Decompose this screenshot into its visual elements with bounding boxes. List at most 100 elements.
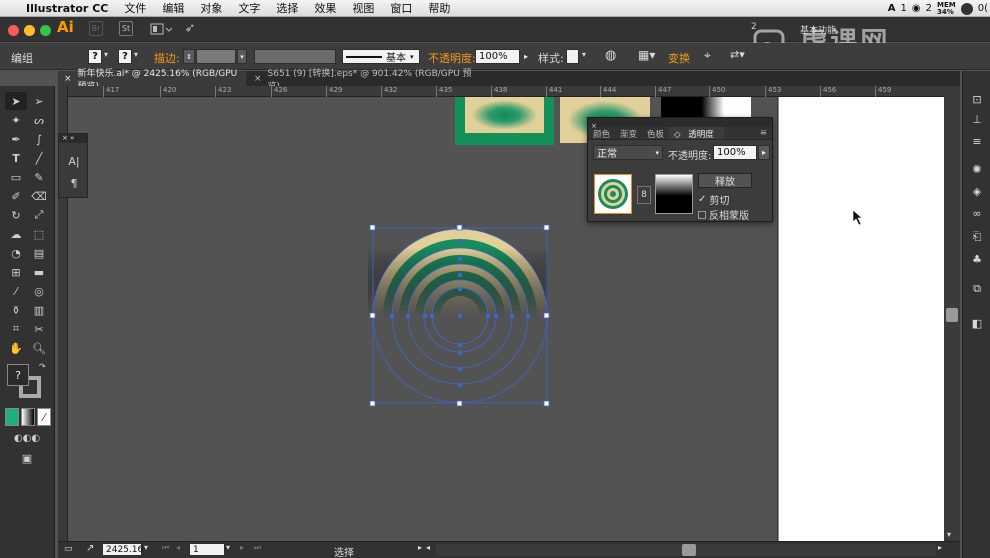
zoom-dropdown-icon[interactable]: ▾ <box>144 543 148 552</box>
horizontal-scrollbar[interactable] <box>436 544 936 556</box>
close-tab-icon[interactable]: × <box>254 74 262 84</box>
zoom-level-input[interactable]: 2425.16 <box>102 543 143 556</box>
rotate-tool-icon[interactable]: ↻ <box>5 206 27 224</box>
menu-effect[interactable]: 效果 <box>306 0 344 16</box>
tab-swatches[interactable]: 色板 <box>642 127 669 140</box>
stroke-weight-dropdown[interactable]: ▾ <box>237 49 247 64</box>
rectangle-tool-icon[interactable]: ▭ <box>5 168 27 186</box>
release-mask-button[interactable]: 释放 <box>698 173 752 188</box>
pen-tool-icon[interactable]: ✒ <box>5 130 27 148</box>
gradient-mode-icon[interactable] <box>21 408 35 426</box>
opacity-input[interactable]: 100% <box>475 49 520 64</box>
invert-checkbox-row[interactable]: 反相蒙版 <box>698 207 749 222</box>
direct-selection-tool-icon[interactable]: ➢ <box>28 92 50 110</box>
vertical-scrollbar[interactable]: ▾ <box>944 86 960 541</box>
menu-edit[interactable]: 编辑 <box>154 0 192 16</box>
horizontal-ruler[interactable]: 417 420 423 426 429 432 435 438 441 444 … <box>68 86 948 97</box>
gradient-tool-icon[interactable]: ▬ <box>28 263 50 281</box>
mesh-tool-icon[interactable]: ⊞ <box>5 263 27 281</box>
artwork-thumbnail[interactable] <box>594 174 632 214</box>
menu-window[interactable]: 窗口 <box>382 0 420 16</box>
gpu-performance-button[interactable]: ➶ <box>183 21 197 36</box>
graphic-style-dropdown-icon[interactable]: ▾ <box>582 50 586 59</box>
last-artboard-icon[interactable]: ⏭ <box>254 543 261 553</box>
symbol-sprayer-tool-icon[interactable]: ⚱ <box>5 301 27 319</box>
white-artboard[interactable] <box>778 97 944 541</box>
warp-tool-icon[interactable]: ☁ <box>5 225 27 243</box>
graphic-style-swatch[interactable] <box>566 49 579 64</box>
resize-handle[interactable] <box>543 312 550 319</box>
scroll-down-arrow-icon[interactable]: ▾ <box>947 530 951 539</box>
minimize-window-button[interactable] <box>24 25 35 36</box>
resize-handle[interactable] <box>456 400 463 407</box>
eyedropper-tool-icon[interactable]: ⁄ <box>5 282 27 300</box>
menu-object[interactable]: 对象 <box>192 0 230 16</box>
drawing-mode-icon[interactable]: ◐◐◐ <box>5 429 49 447</box>
curvature-tool-icon[interactable]: ∫ <box>28 130 50 148</box>
stroke-dropdown-icon[interactable]: ▾ <box>134 50 138 59</box>
tab-document-1[interactable]: × 新年快乐.ai* @ 2425.16% (RGB/GPU 预览) <box>58 69 246 92</box>
magic-wand-tool-icon[interactable]: ✦ <box>5 111 27 129</box>
menu-select[interactable]: 选择 <box>268 0 306 16</box>
mask-thumbnail[interactable] <box>655 174 693 214</box>
arrange-options-icon[interactable]: ⇄▾ <box>730 48 745 61</box>
tab-document-2[interactable]: × S651 (9) [转换].eps* @ 901.42% (RGB/GPU … <box>248 69 478 92</box>
stroke-swatch[interactable]: ? <box>118 49 132 64</box>
lasso-tool-icon[interactable]: ᔕ <box>28 111 50 129</box>
zoom-window-button[interactable] <box>40 25 51 36</box>
type-tool-icon[interactable]: T <box>5 149 27 167</box>
clip-checkbox[interactable]: ✓ <box>698 194 706 205</box>
fill-dropdown-icon[interactable]: ▾ <box>104 50 108 59</box>
bridge-button[interactable]: Br <box>89 21 103 36</box>
column-graph-tool-icon[interactable]: ▥ <box>28 301 50 319</box>
isolate-icon[interactable]: ⌖ <box>704 48 711 63</box>
fill-swatch[interactable]: ? <box>88 49 102 64</box>
artboard-tool-icon[interactable]: ⌗ <box>5 320 27 338</box>
chat-icon[interactable]: ◉ <box>912 3 921 14</box>
status-toggle-icon[interactable]: ▭ <box>64 544 73 554</box>
mask-link-icon[interactable]: 8 <box>637 186 651 204</box>
scroll-thumb[interactable] <box>946 308 958 322</box>
swap-fill-stroke-icon[interactable]: ↷ <box>39 362 46 371</box>
first-artboard-icon[interactable]: ⏮ <box>162 543 169 553</box>
resize-handle[interactable] <box>456 224 463 231</box>
resize-handle[interactable] <box>369 400 376 407</box>
invert-checkbox[interactable] <box>698 210 706 219</box>
artboard-canvas[interactable] <box>68 97 948 541</box>
share-icon[interactable]: ↗ <box>86 543 94 554</box>
arrange-documents-button[interactable] <box>150 21 172 36</box>
stroke-label[interactable]: 描边: <box>154 50 180 66</box>
appearance-panel-icon[interactable]: ✺ <box>969 161 985 177</box>
stock-button[interactable]: St <box>119 21 133 36</box>
hscroll-left-icon[interactable]: ◂ <box>426 543 430 552</box>
artboard-dropdown-icon[interactable]: ▾ <box>226 543 230 552</box>
artboards-panel-icon[interactable]: ⧉ <box>969 281 985 297</box>
symbols-panel-icon[interactable]: ♣ <box>969 251 985 267</box>
align-panel-icon[interactable]: ⊥ <box>969 111 985 127</box>
eraser-tool-icon[interactable]: ⌫ <box>28 187 50 205</box>
resize-handle[interactable] <box>543 224 550 231</box>
status-menu-icon[interactable]: ▸ <box>418 543 422 552</box>
none-mode-icon[interactable]: ⁄ <box>37 408 51 426</box>
stroke-weight-stepper[interactable]: ⇕ <box>183 49 195 64</box>
green-square-art-1[interactable] <box>455 97 554 145</box>
pathfinder-panel-icon[interactable]: ≡ <box>969 133 985 149</box>
menu-file[interactable]: 文件 <box>116 0 154 16</box>
cloud-icon[interactable] <box>960 2 973 15</box>
shape-builder-tool-icon[interactable]: ◔ <box>5 244 27 262</box>
asset-export-panel-icon[interactable]: ⎗ <box>969 229 985 245</box>
next-artboard-icon[interactable]: ▸ <box>240 543 244 552</box>
layers-panel-icon[interactable]: ◈ <box>969 183 985 199</box>
recolor-artwork-icon[interactable]: ◍ <box>605 48 616 63</box>
hscroll-right-icon[interactable]: ▸ <box>938 543 942 552</box>
character-panel-icon[interactable]: A| <box>63 152 85 170</box>
panel-opacity-dropdown[interactable]: ▸ <box>758 145 770 160</box>
brush-definition[interactable]: 基本 ▾ <box>342 49 420 64</box>
panel-menu-icon[interactable]: ≡ <box>755 127 772 139</box>
stroke-weight-input[interactable] <box>196 49 236 64</box>
fill-box[interactable]: ? <box>7 364 29 386</box>
opacity-dropdown[interactable]: ▸ <box>521 49 531 64</box>
transform-link[interactable]: 变换 <box>668 50 690 66</box>
variable-width-profile[interactable] <box>254 49 336 64</box>
tab-gradient[interactable]: 渐变 <box>615 127 642 140</box>
